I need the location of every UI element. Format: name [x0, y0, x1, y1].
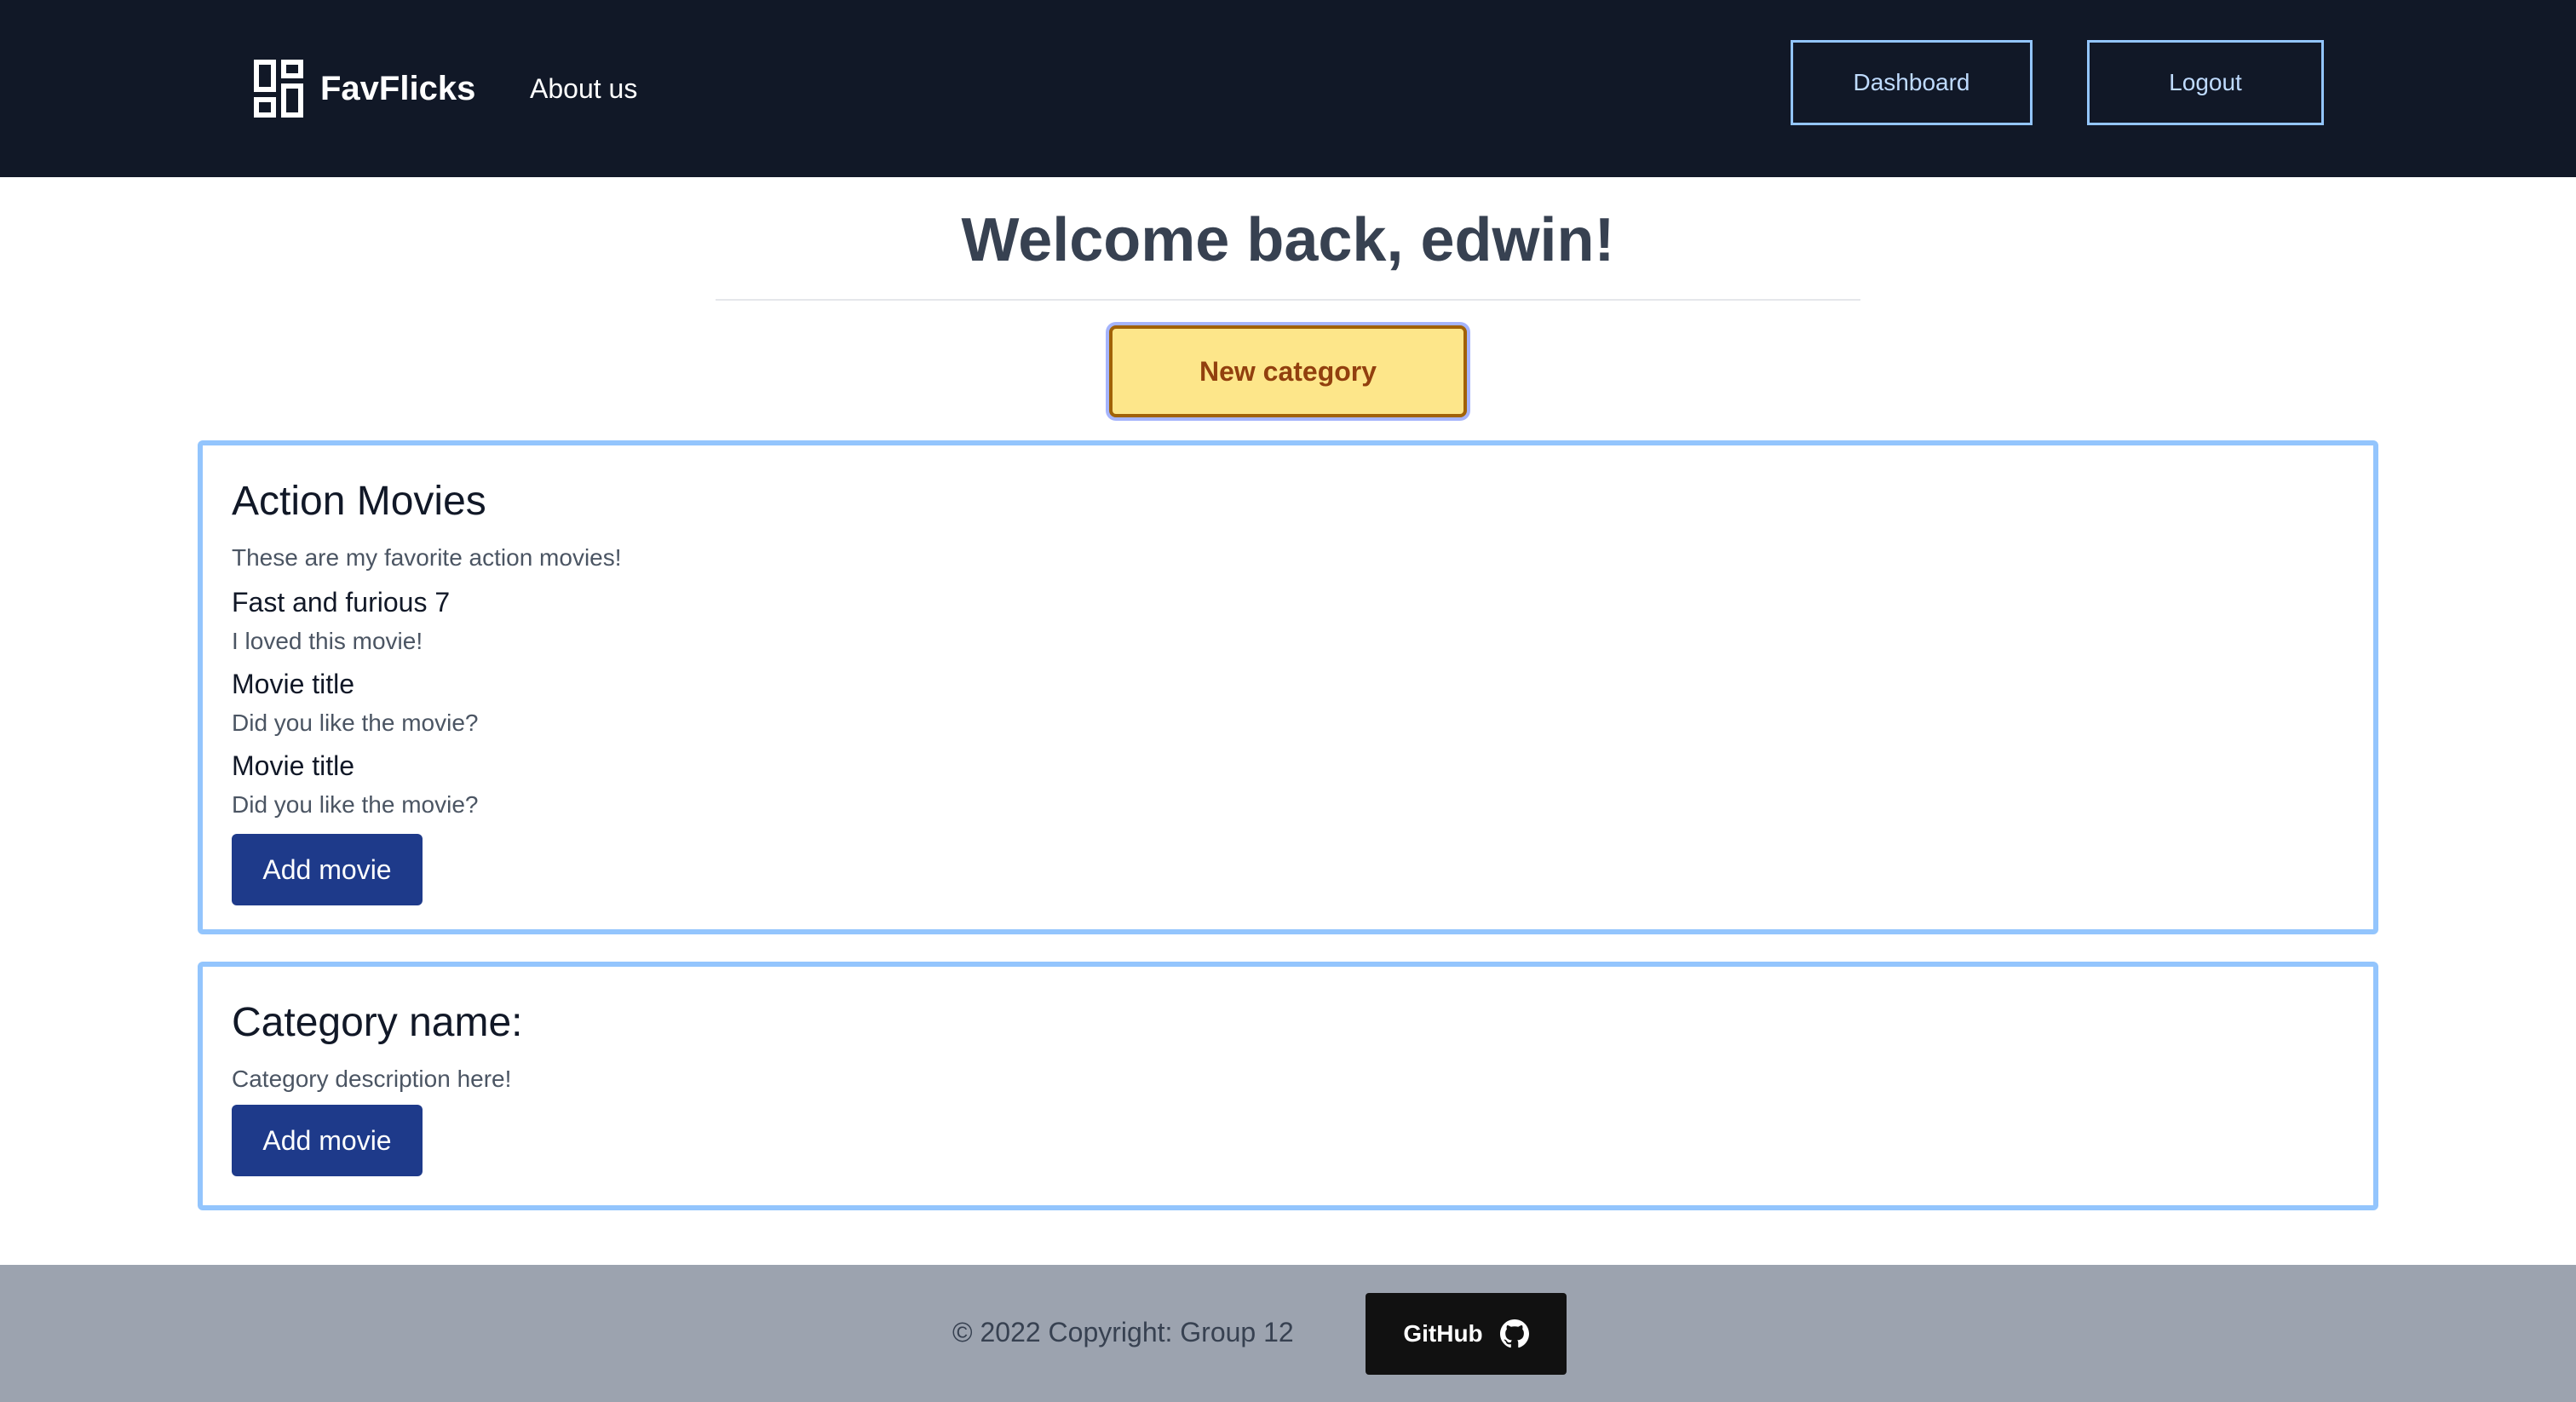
movie-title: Fast and furious 7: [232, 587, 451, 618]
title-divider: [716, 299, 1860, 301]
github-button[interactable]: GitHub: [1366, 1293, 1567, 1375]
brand-logo-link[interactable]: FavFlicks: [254, 60, 475, 118]
category-title: Category name:: [232, 1000, 523, 1045]
add-movie-button[interactable]: Add movie: [232, 834, 423, 905]
brand-name: FavFlicks: [320, 70, 476, 107]
add-movie-button[interactable]: Add movie: [232, 1105, 423, 1176]
movie-title: Movie title: [232, 750, 355, 781]
github-label: GitHub: [1403, 1320, 1483, 1347]
github-icon: [1499, 1319, 1529, 1348]
page-title: Welcome back, edwin!: [961, 206, 1615, 274]
about-us-link[interactable]: About us: [530, 68, 637, 109]
category-title: Action Movies: [232, 479, 486, 524]
top-navbar: FavFlicks About us Dashboard Logout: [0, 0, 2576, 177]
dashboard-button[interactable]: Dashboard: [1791, 40, 2033, 125]
category-description: Category description here!: [232, 1066, 512, 1092]
copyright-text: © 2022 Copyright: Group 12: [952, 1317, 1294, 1347]
category-card: Category name: Category description here…: [198, 962, 2378, 1210]
movie-note: Did you like the movie?: [232, 710, 479, 736]
movie-note: I loved this movie!: [232, 628, 423, 654]
new-category-button[interactable]: New category: [1109, 325, 1467, 417]
dashboard-grid-icon: [254, 60, 303, 118]
movie-title: Movie title: [232, 669, 355, 699]
category-card: Action Movies These are my favorite acti…: [198, 440, 2378, 934]
movie-note: Did you like the movie?: [232, 791, 479, 818]
logout-button[interactable]: Logout: [2087, 40, 2324, 125]
category-description: These are my favorite action movies!: [232, 544, 622, 571]
